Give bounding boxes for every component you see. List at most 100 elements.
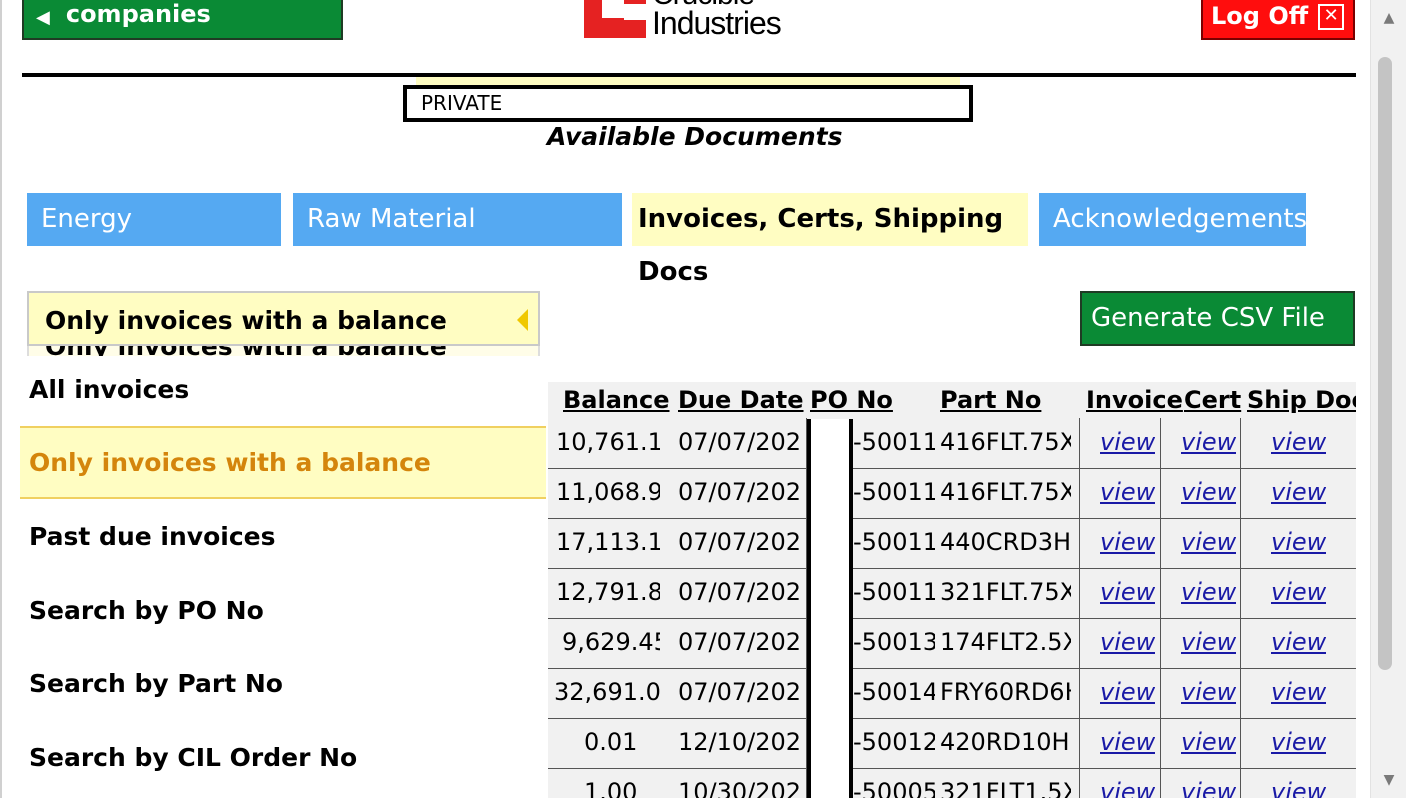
filter-select-shadow: Only invoices with a balance xyxy=(27,346,540,356)
redaction-box xyxy=(807,419,853,798)
cell-balance: 12,791.83 xyxy=(556,578,660,606)
page-title: Available Documents xyxy=(547,122,843,151)
col-part-no[interactable]: Part No xyxy=(940,386,1041,414)
company-logo: Crucible Industries xyxy=(584,0,804,40)
table-row: 32,691.03 07/07/2024 -50014 FRY60RD6H vi… xyxy=(548,668,1356,719)
col-invoice[interactable]: Invoice xyxy=(1086,386,1183,414)
log-off-button[interactable]: Log Off ✕ xyxy=(1201,0,1355,40)
cell-po-no: -50011 xyxy=(853,478,935,506)
logo-mark-icon xyxy=(584,0,646,38)
cell-part-no: 416FLT.75X1 xyxy=(940,428,1071,456)
cell-po-no: -50011 xyxy=(853,528,935,556)
cert-view-link[interactable]: view xyxy=(1181,678,1236,706)
page-frame: ◀ return to companies Crucible Industrie… xyxy=(0,0,1370,798)
column-divider xyxy=(1160,418,1161,798)
logo-text-line2: Industries xyxy=(652,5,782,41)
cert-view-link[interactable]: view xyxy=(1181,778,1236,798)
cell-po-no: -50012 xyxy=(853,728,935,756)
tab-acknowledgements[interactable]: Acknowledgements xyxy=(1039,193,1307,246)
tab-invoices-certs-shipping[interactable]: Invoices, Certs, Shipping Docs xyxy=(632,193,1028,287)
generate-csv-button[interactable]: Generate CSV File xyxy=(1080,291,1355,401)
scroll-thumb[interactable] xyxy=(1378,57,1392,670)
csv-label: Generate CSV File xyxy=(1091,303,1325,333)
cell-balance: 11,068.93 xyxy=(556,478,660,506)
cell-balance: 9,629.45 xyxy=(562,628,660,656)
cert-view-link[interactable]: view xyxy=(1181,728,1236,756)
invoice-view-link[interactable]: view xyxy=(1100,428,1155,456)
table-row: 10,761.17 07/07/2024 -50011 416FLT.75X1 … xyxy=(548,418,1356,469)
invoice-view-link[interactable]: view xyxy=(1100,728,1155,756)
cert-view-link[interactable]: view xyxy=(1181,428,1236,456)
cell-balance: 1.00 xyxy=(584,778,638,798)
table-row: 17,113.15 07/07/2024 -50011 440CRD3HR vi… xyxy=(548,518,1356,569)
invoice-view-link[interactable]: view xyxy=(1100,578,1155,606)
table-row: 11,068.93 07/07/2024 -50011 416FLT.75X2 … xyxy=(548,468,1356,519)
cell-due-date: 07/07/2024 xyxy=(678,428,802,456)
invoice-view-link[interactable]: view xyxy=(1100,628,1155,656)
ship-doc-view-link[interactable]: view xyxy=(1271,428,1326,456)
cell-part-no: 174FLT2.5X3 xyxy=(940,628,1071,656)
cell-part-no: 440CRD3HR xyxy=(940,528,1071,556)
column-divider xyxy=(1240,418,1241,798)
cert-view-link[interactable]: view xyxy=(1181,478,1236,506)
cert-view-link[interactable]: view xyxy=(1181,578,1236,606)
filter-option-past-due[interactable]: Past due invoices xyxy=(20,502,546,572)
scroll-up-icon[interactable]: ▲ xyxy=(1371,0,1406,36)
cell-due-date: 07/07/2024 xyxy=(678,678,802,706)
cell-due-date: 12/10/2023 xyxy=(678,728,802,756)
filter-option-all-invoices[interactable]: All invoices xyxy=(20,356,546,426)
ship-doc-view-link[interactable]: view xyxy=(1271,528,1326,556)
company-name-box: PRIVATE xyxy=(403,85,973,122)
filter-option-with-balance[interactable]: Only invoices with a balance xyxy=(20,426,546,499)
cert-view-link[interactable]: view xyxy=(1181,528,1236,556)
cert-view-link[interactable]: view xyxy=(1181,628,1236,656)
triangle-left-icon xyxy=(517,309,528,331)
filter-dropdown-list: All invoices Only invoices with a balanc… xyxy=(20,356,546,798)
col-cert[interactable]: Cert xyxy=(1184,386,1241,414)
filter-option-search-cil[interactable]: Search by CIL Order No xyxy=(20,723,546,793)
column-divider xyxy=(1079,418,1080,798)
table-row: 0.01 12/10/2023 -50012 420RD10HR view vi… xyxy=(548,718,1356,769)
col-balance[interactable]: Balance xyxy=(563,386,670,414)
cell-part-no: 321FLT.75X1 xyxy=(940,578,1071,606)
filter-shadow-text: Only invoices with a balance xyxy=(45,346,447,356)
col-po-no[interactable]: PO No xyxy=(810,386,893,414)
ship-doc-view-link[interactable]: view xyxy=(1271,728,1326,756)
invoice-filter-select[interactable]: Only invoices with a balance xyxy=(27,291,540,346)
cell-part-no: 420RD10HR xyxy=(940,728,1071,756)
cell-due-date: 07/07/2024 xyxy=(678,628,802,656)
ship-doc-view-link[interactable]: view xyxy=(1271,778,1326,798)
export-icon xyxy=(1103,350,1129,401)
tab-raw-material-surcharges[interactable]: Raw Material Surcharges xyxy=(293,193,622,287)
cell-part-no: 416FLT.75X2 xyxy=(940,478,1071,506)
triangle-left-icon: ◀ xyxy=(36,7,50,28)
cell-due-date: 07/07/2024 xyxy=(678,528,802,556)
scroll-down-icon[interactable]: ▼ xyxy=(1371,762,1406,798)
tab-energy-surcharges[interactable]: Energy Surcharges xyxy=(27,193,281,287)
invoice-view-link[interactable]: view xyxy=(1100,778,1155,798)
cell-po-no: -50014 xyxy=(853,678,935,706)
ship-doc-view-link[interactable]: view xyxy=(1271,628,1326,656)
table-row: 9,629.45 07/07/2024 -50013 174FLT2.5X3 v… xyxy=(548,618,1356,669)
ship-doc-view-link[interactable]: view xyxy=(1271,678,1326,706)
invoice-view-link[interactable]: view xyxy=(1100,678,1155,706)
table-header: Balance Due Date PO No Part No Invoice C… xyxy=(548,382,1356,418)
filter-option-search-part[interactable]: Search by Part No xyxy=(20,649,546,719)
invoice-view-link[interactable]: view xyxy=(1100,528,1155,556)
vertical-scrollbar[interactable]: ▲ ▼ xyxy=(1370,0,1406,798)
filter-selected-value: Only invoices with a balance xyxy=(45,306,447,335)
cell-balance: 0.01 xyxy=(584,728,638,756)
cell-po-no: -50011 xyxy=(853,578,935,606)
cell-po-no: -50011 xyxy=(853,428,935,456)
filter-option-search-po[interactable]: Search by PO No xyxy=(20,576,546,646)
cell-po-no: -50005 xyxy=(853,778,935,798)
invoice-view-link[interactable]: view xyxy=(1100,478,1155,506)
return-to-companies-button[interactable]: ◀ return to companies xyxy=(22,0,343,40)
col-ship-doc[interactable]: Ship Doc xyxy=(1247,386,1356,414)
col-due-date[interactable]: Due Date xyxy=(678,386,804,414)
ship-doc-view-link[interactable]: view xyxy=(1271,478,1326,506)
return-label: return to companies xyxy=(65,0,211,28)
table-row: 12,791.83 07/07/2024 -50011 321FLT.75X1 … xyxy=(548,568,1356,619)
cell-balance: 10,761.17 xyxy=(556,428,660,456)
ship-doc-view-link[interactable]: view xyxy=(1271,578,1326,606)
